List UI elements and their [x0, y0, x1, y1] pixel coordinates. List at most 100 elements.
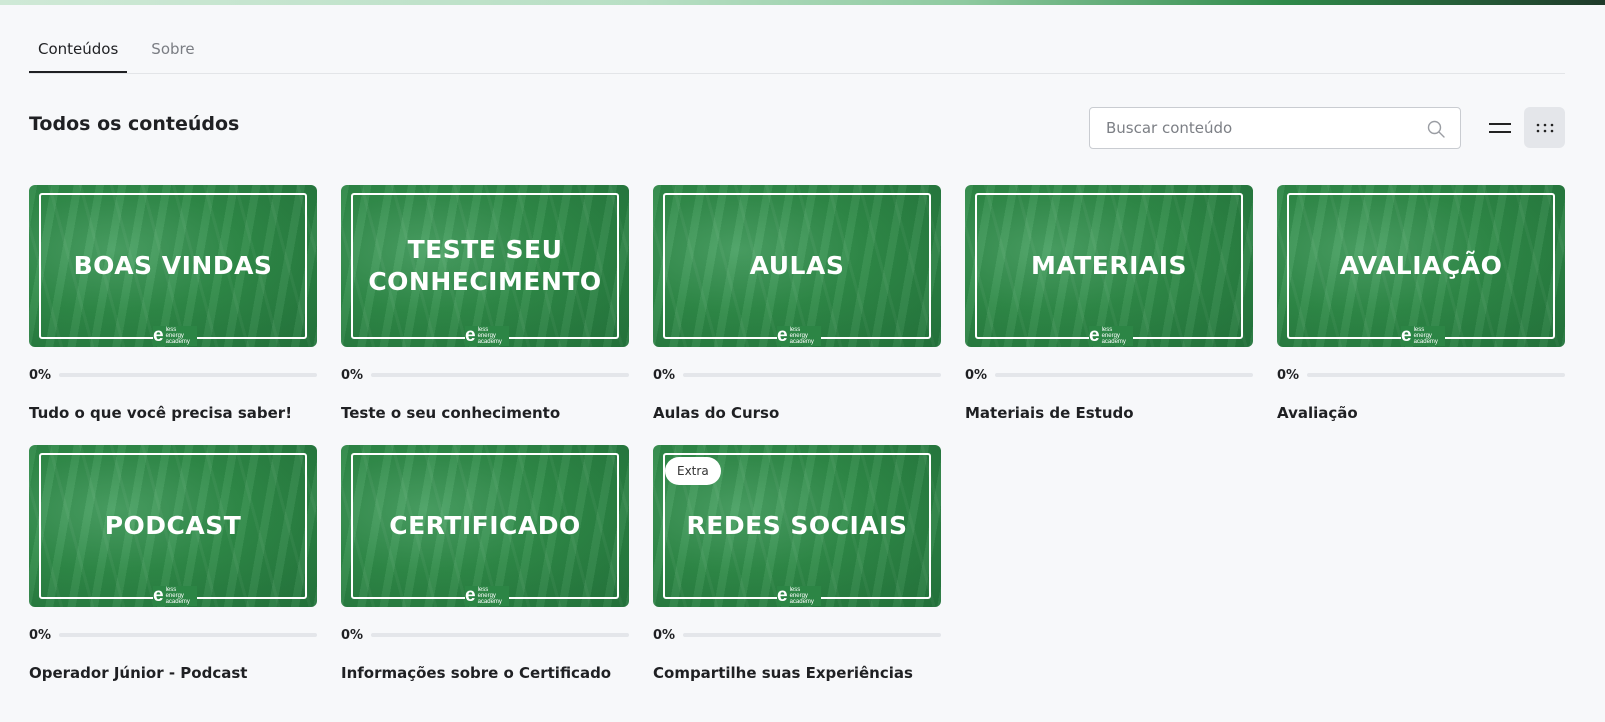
- progress-row: 0%: [653, 627, 941, 643]
- thumbnail-title: AVALIAÇÃO: [1339, 251, 1503, 280]
- tab-sobre[interactable]: Sobre: [142, 30, 203, 73]
- content-card[interactable]: TESTE SEU CONHECIMENTO e less energy acade…: [341, 185, 629, 448]
- brand-logo: e less energy academy: [777, 326, 821, 346]
- thumbnail-title: MATERIAIS: [1030, 251, 1188, 280]
- tab-bar: Conteúdos Sobre: [29, 30, 1565, 74]
- card-title[interactable]: Tudo o que você precisa saber!: [29, 404, 317, 422]
- brand-logo: e less energy academy: [153, 326, 197, 346]
- progress-bar: [683, 373, 941, 377]
- logo-mark: e: [465, 585, 476, 606]
- progress-bar: [683, 633, 941, 637]
- content-card[interactable]: AVALIAÇÃO e less energy academy 0% Avaliaç…: [1277, 185, 1565, 448]
- progress-bar: [371, 373, 629, 377]
- content-card[interactable]: REDES SOCIAIS e less energy academy Extra …: [653, 445, 941, 708]
- progress-row: 0%: [29, 627, 317, 643]
- logo-mark: e: [777, 325, 788, 346]
- logo-text-line: academy: [477, 339, 502, 345]
- content-card[interactable]: PODCAST e less energy academy 0% Operador …: [29, 445, 317, 708]
- logo-text: less energy academy: [1414, 327, 1438, 345]
- content-card[interactable]: MATERIAIS e less energy academy 0% Materia…: [965, 185, 1253, 448]
- extra-badge: Extra: [665, 457, 721, 485]
- logo-text-line: academy: [165, 339, 190, 345]
- logo-text: less energy academy: [478, 587, 502, 605]
- card-title[interactable]: Avaliação: [1277, 404, 1565, 422]
- thumbnail-title: AULAS: [749, 251, 845, 280]
- search-box: [1089, 107, 1461, 149]
- progress-percent: 0%: [341, 367, 364, 383]
- progress-row: 0%: [653, 367, 941, 383]
- progress-percent: 0%: [965, 367, 988, 383]
- card-thumbnail: AULAS e less energy academy: [653, 185, 941, 347]
- progress-bar: [59, 633, 317, 637]
- logo-mark: e: [1089, 325, 1100, 346]
- logo-text: less energy academy: [166, 587, 190, 605]
- card-thumbnail: REDES SOCIAIS e less energy academy Extra: [653, 445, 941, 607]
- logo-mark: e: [465, 325, 476, 346]
- logo-mark: e: [153, 325, 164, 346]
- thumbnail-title: PODCAST: [104, 511, 242, 540]
- progress-percent: 0%: [29, 627, 52, 643]
- brand-logo: e less energy academy: [1089, 326, 1133, 346]
- brand-logo: e less energy academy: [1401, 326, 1445, 346]
- progress-row: 0%: [1277, 367, 1565, 383]
- logo-text: less energy academy: [166, 327, 190, 345]
- card-thumbnail: MATERIAIS e less energy academy: [965, 185, 1253, 347]
- progress-percent: 0%: [1277, 367, 1300, 383]
- progress-row: 0%: [341, 367, 629, 383]
- logo-text-line: academy: [477, 599, 502, 605]
- logo-text: less energy academy: [478, 327, 502, 345]
- card-title[interactable]: Teste o seu conhecimento: [341, 404, 629, 422]
- brand-logo: e less energy academy: [465, 326, 509, 346]
- top-banner: [0, 0, 1605, 5]
- card-thumbnail: PODCAST e less energy academy: [29, 445, 317, 607]
- card-title[interactable]: Operador Júnior - Podcast: [29, 664, 317, 682]
- card-title[interactable]: Aulas do Curso: [653, 404, 941, 422]
- progress-row: 0%: [29, 367, 317, 383]
- content-grid: BOAS VINDAS e less energy academy 0% Tudo …: [29, 185, 1565, 708]
- section-title: Todos os conteúdos: [29, 113, 240, 135]
- card-title[interactable]: Informações sobre o Certificado: [341, 664, 629, 682]
- tab-conteudos[interactable]: Conteúdos: [29, 30, 128, 73]
- progress-bar: [371, 633, 629, 637]
- card-thumbnail: AVALIAÇÃO e less energy academy: [1277, 185, 1565, 347]
- logo-text-line: academy: [165, 599, 190, 605]
- search-icon[interactable]: [1426, 119, 1446, 139]
- progress-percent: 0%: [341, 627, 364, 643]
- list-view-button[interactable]: [1480, 108, 1520, 148]
- list-view-icon: [1489, 123, 1511, 133]
- logo-text-line: academy: [789, 339, 814, 345]
- card-title[interactable]: Materiais de Estudo: [965, 404, 1253, 422]
- progress-percent: 0%: [29, 367, 52, 383]
- content-card[interactable]: AULAS e less energy academy 0% Aulas do Cu…: [653, 185, 941, 448]
- progress-bar: [59, 373, 317, 377]
- progress-percent: 0%: [653, 367, 676, 383]
- logo-text-line: academy: [1101, 339, 1126, 345]
- card-thumbnail: TESTE SEU CONHECIMENTO e less energy acade…: [341, 185, 629, 347]
- progress-row: 0%: [965, 367, 1253, 383]
- brand-logo: e less energy academy: [153, 586, 197, 606]
- thumbnail-title: BOAS VINDAS: [73, 251, 273, 280]
- progress-row: 0%: [341, 627, 629, 643]
- brand-logo: e less energy academy: [777, 586, 821, 606]
- card-thumbnail: BOAS VINDAS e less energy academy: [29, 185, 317, 347]
- grid-view-icon: [1536, 123, 1553, 132]
- progress-bar: [1307, 373, 1565, 377]
- logo-text: less energy academy: [1102, 327, 1126, 345]
- brand-logo: e less energy academy: [465, 586, 509, 606]
- grid-view-button[interactable]: [1524, 107, 1565, 148]
- progress-percent: 0%: [653, 627, 676, 643]
- logo-mark: e: [1401, 325, 1412, 346]
- card-thumbnail: CERTIFICADO e less energy academy: [341, 445, 629, 607]
- card-title[interactable]: Compartilhe suas Experiências: [653, 664, 941, 682]
- logo-text: less energy academy: [790, 587, 814, 605]
- thumbnail-title: TESTE SEU CONHECIMENTO: [368, 235, 602, 296]
- thumbnail-title: CERTIFICADO: [389, 511, 581, 540]
- progress-bar: [995, 373, 1253, 377]
- logo-text-line: academy: [789, 599, 814, 605]
- content-card[interactable]: BOAS VINDAS e less energy academy 0% Tudo …: [29, 185, 317, 448]
- logo-mark: e: [153, 585, 164, 606]
- logo-text: less energy academy: [790, 327, 814, 345]
- logo-text-line: academy: [1413, 339, 1438, 345]
- search-input[interactable]: [1090, 119, 1410, 137]
- content-card[interactable]: CERTIFICADO e less energy academy 0% Infor…: [341, 445, 629, 708]
